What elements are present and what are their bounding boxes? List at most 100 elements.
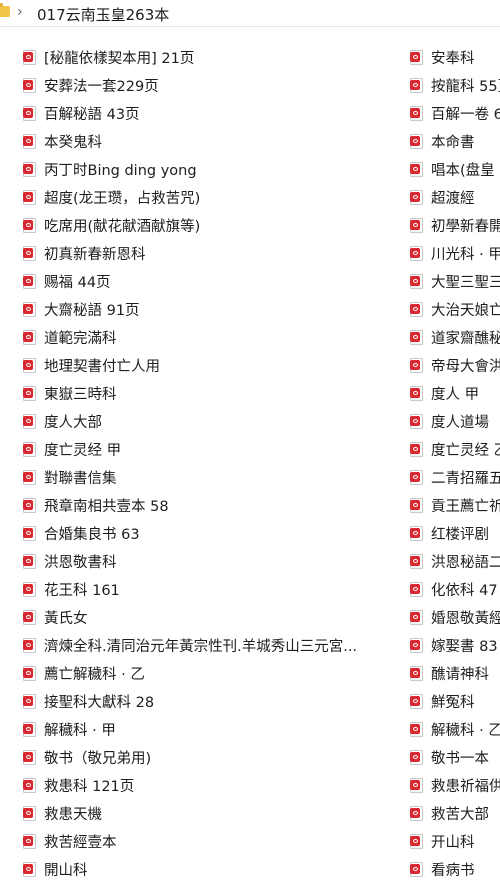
pdf-file-icon (23, 301, 36, 317)
file-item[interactable]: 度人大部 (23, 407, 403, 435)
file-item[interactable]: 度人 甲 (410, 379, 500, 407)
pdf-file-icon (410, 441, 423, 457)
file-item[interactable]: 鮮冤科 (410, 687, 500, 715)
pdf-file-icon (23, 749, 36, 765)
file-item[interactable]: 薦亡解穢科 · 乙 (23, 659, 403, 687)
file-item[interactable]: 川光科 · 甲 (410, 239, 500, 267)
file-name: 初真新春新恩科 (44, 246, 146, 263)
file-item[interactable]: 救患祈福供 (410, 771, 500, 799)
file-item[interactable]: 帝母大會洪 (410, 351, 500, 379)
file-item[interactable]: 解穢科 · 乙 (410, 715, 500, 743)
folder-icon (0, 3, 10, 17)
file-item[interactable]: 超渡經 (410, 183, 500, 211)
file-name: 开山科 (431, 834, 475, 851)
file-item[interactable]: 本癸鬼科 (23, 127, 403, 155)
file-item[interactable]: 安奉科 (410, 43, 500, 71)
file-name: 醮请神科 (431, 666, 489, 683)
file-item[interactable]: 吃席用(献花献酒献旗等) (23, 211, 403, 239)
file-item[interactable]: 救苦大部 (410, 799, 500, 827)
file-name: 救苦大部 (431, 806, 489, 823)
pdf-file-icon (23, 329, 36, 345)
file-item[interactable]: 救苦經壹本 (23, 827, 403, 855)
pdf-file-icon (410, 833, 423, 849)
file-item[interactable]: 二青招羅五 (410, 463, 500, 491)
pdf-file-icon (23, 133, 36, 149)
file-item[interactable]: 大治天娘亡 (410, 295, 500, 323)
pdf-file-icon (23, 245, 36, 261)
pdf-file-icon (410, 693, 423, 709)
file-item[interactable]: 大聖三聖三 (410, 267, 500, 295)
file-name: 敬书一本 (431, 750, 489, 767)
pdf-file-icon (23, 637, 36, 653)
file-item[interactable]: 赐福 44页 (23, 267, 403, 295)
pdf-file-icon (23, 77, 36, 93)
file-item[interactable]: 看病书 (410, 855, 500, 883)
file-name: 花王科 161 (44, 582, 120, 599)
file-item[interactable]: 初學新春開 (410, 211, 500, 239)
file-name: 看病书 (431, 862, 475, 879)
address-bar: › 017云南玉皇263本 (0, 0, 500, 27)
file-item[interactable]: 救患天機 (23, 799, 403, 827)
file-list-left-column: [秘龍依樣契本用] 21页 安葬法一套229页 百解秘語 43页 本癸鬼科 丙丁时Bin… (23, 43, 403, 883)
file-item[interactable]: 地理契書付亡人用 (23, 351, 403, 379)
file-item[interactable]: 洪恩敬書科 (23, 547, 403, 575)
file-item[interactable]: 本命書 (410, 127, 500, 155)
file-item[interactable]: 救患科 121页 (23, 771, 403, 799)
breadcrumb[interactable]: 017云南玉皇263本 (37, 4, 169, 25)
file-item[interactable]: 洪恩秘語二 (410, 547, 500, 575)
pdf-file-icon (23, 217, 36, 233)
file-item[interactable]: 按龍科 55页 (410, 71, 500, 99)
file-item[interactable]: 敬书（敬兄弟用) (23, 743, 403, 771)
file-name: 黃氏女 (44, 610, 88, 627)
file-item[interactable]: 醮请神科 (410, 659, 500, 687)
file-item[interactable]: 嫁娶書 83 (410, 631, 500, 659)
file-item[interactable]: 接聖科大獻科 28 (23, 687, 403, 715)
file-name: 红楼评剧 (431, 526, 489, 543)
file-name: 地理契書付亡人用 (44, 358, 160, 375)
file-item[interactable]: 開山科 (23, 855, 403, 883)
pdf-file-icon (23, 413, 36, 429)
file-name: 貢王薦亡祈 (431, 498, 500, 515)
pdf-file-icon (410, 217, 423, 233)
file-item[interactable]: [秘龍依樣契本用] 21页 (23, 43, 403, 71)
pdf-file-icon (410, 161, 423, 177)
file-item[interactable]: 开山科 (410, 827, 500, 855)
file-name: 濟煉全科.清同治元年黃宗性刊.羊城秀山三元宮... (44, 638, 358, 655)
file-item[interactable]: 度亡灵经 甲 (23, 435, 403, 463)
chevron-right-icon[interactable]: › (17, 4, 23, 20)
file-name: 百解一卷 6 (431, 106, 500, 123)
file-item[interactable]: 超度(龙王瓒，占救苦咒) (23, 183, 403, 211)
file-item[interactable]: 丙丁时Bing ding yong (23, 155, 403, 183)
file-item[interactable]: 解穢科 · 甲 (23, 715, 403, 743)
pdf-file-icon (410, 385, 423, 401)
file-item[interactable]: 飛章南相共壹本 58 (23, 491, 403, 519)
file-item[interactable]: 敬书一本 (410, 743, 500, 771)
file-name: 解穢科 · 乙 (431, 722, 500, 739)
file-item[interactable]: 百解一卷 6 (410, 99, 500, 127)
file-name: 安奉科 (431, 50, 475, 67)
file-item[interactable]: 婚恩敬黃經 (410, 603, 500, 631)
file-item[interactable]: 黃氏女 (23, 603, 403, 631)
file-item[interactable]: 花王科 161 (23, 575, 403, 603)
file-item[interactable]: 百解秘語 43页 (23, 99, 403, 127)
file-item[interactable]: 初真新春新恩科 (23, 239, 403, 267)
file-item[interactable]: 度人道場 (410, 407, 500, 435)
file-item[interactable]: 東嶽三時科 (23, 379, 403, 407)
file-item[interactable]: 唱本(盘皇 (410, 155, 500, 183)
pdf-file-icon (23, 525, 36, 541)
file-item[interactable]: 合婚集良书 63 (23, 519, 403, 547)
file-item[interactable]: 安葬法一套229页 (23, 71, 403, 99)
file-name: 二青招羅五 (431, 470, 500, 487)
file-item[interactable]: 度亡灵经 乙 (410, 435, 500, 463)
file-name: 嫁娶書 83 (431, 638, 498, 655)
file-item[interactable]: 貢王薦亡祈 (410, 491, 500, 519)
file-name: 救患天機 (44, 806, 102, 823)
file-item[interactable]: 道家齋醮秘 (410, 323, 500, 351)
file-item[interactable]: 濟煉全科.清同治元年黃宗性刊.羊城秀山三元宮... (23, 631, 403, 659)
file-item[interactable]: 红楼评剧 (410, 519, 500, 547)
pdf-file-icon (410, 861, 423, 877)
file-item[interactable]: 大齋秘語 91页 (23, 295, 403, 323)
file-item[interactable]: 化依科 47 (410, 575, 500, 603)
file-item[interactable]: 對聯書信集 (23, 463, 403, 491)
file-item[interactable]: 道範完滿科 (23, 323, 403, 351)
